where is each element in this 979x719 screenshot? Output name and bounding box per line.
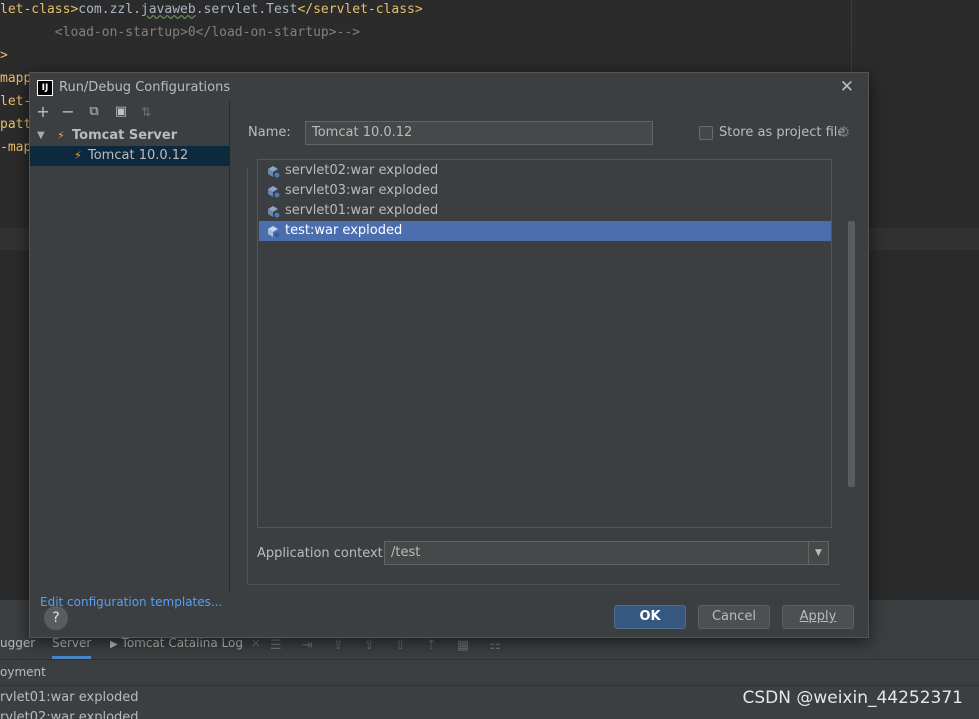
artifact-icon xyxy=(268,166,280,178)
tree-item-label: Tomcat 10.0.12 xyxy=(88,148,189,163)
list-item[interactable]: servlet03:war exploded xyxy=(259,181,831,201)
store-as-project-file-label[interactable]: Store as project file xyxy=(719,125,845,140)
gear-icon[interactable]: ⚙ xyxy=(837,123,850,141)
folder-icon[interactable]: ▣ xyxy=(112,103,130,121)
expand-arrow-icon[interactable]: ▼ xyxy=(37,126,45,146)
subheader-label: oyment xyxy=(0,665,46,679)
deployment-row[interactable]: rvlet01:war exploded xyxy=(0,690,139,705)
list-item-label: servlet01:war exploded xyxy=(285,203,439,218)
services-toolbar-icons[interactable]: ☰ ⇥ ⇪ ⇪ ⇧ ⇡ ▦ ⚏ xyxy=(270,638,509,653)
list-item-label: servlet02:war exploded xyxy=(285,163,439,178)
store-as-project-file-checkbox[interactable] xyxy=(699,126,713,140)
list-item[interactable]: servlet02:war exploded xyxy=(259,161,831,181)
intellij-logo-icon: IJ xyxy=(37,80,53,96)
tree-toolbar: + − ⧉ ▣ ⇅ xyxy=(30,101,230,125)
tab-catalina-log-label: Tomcat Catalina Log xyxy=(121,636,243,650)
application-context-value: /test xyxy=(391,545,421,560)
artifact-icon xyxy=(268,226,280,238)
application-context-label: Application context: xyxy=(257,546,388,561)
tomcat-icon: ⚡ xyxy=(74,149,82,162)
edit-templates-link[interactable]: Edit configuration templates... xyxy=(40,595,222,609)
services-subheader: oyment xyxy=(0,660,979,686)
deployment-row[interactable]: rvlet02:war exploded xyxy=(0,710,139,719)
sort-icon[interactable]: ⇅ xyxy=(137,103,155,121)
ok-button[interactable]: OK xyxy=(614,605,686,629)
tree-group-tomcat-server[interactable]: ▼ ⚡ Tomcat Server xyxy=(30,126,230,146)
section-divider xyxy=(248,584,841,585)
configurations-tree-pane: + − ⧉ ▣ ⇅ ▼ ⚡ Tomcat Server ⚡ Tomcat 10.… xyxy=(30,101,230,609)
list-item[interactable]: servlet01:war exploded xyxy=(259,201,831,221)
artifact-icon xyxy=(268,206,280,218)
configuration-detail-pane: Name: Tomcat 10.0.12 Store as project fi… xyxy=(231,101,868,593)
artifacts-list[interactable]: servlet02:war exploded servlet03:war exp… xyxy=(257,159,832,528)
close-icon[interactable]: ✕ xyxy=(840,77,854,97)
dialog-title: Run/Debug Configurations xyxy=(59,80,231,95)
tomcat-icon: ⚡ xyxy=(57,129,65,142)
list-item-label: servlet03:war exploded xyxy=(285,183,439,198)
chevron-down-icon[interactable]: ▼ xyxy=(808,542,828,564)
code-line: -map xyxy=(0,140,32,155)
remove-icon[interactable]: − xyxy=(59,103,77,121)
list-item-label: test:war exploded xyxy=(285,223,403,238)
scrollbar-thumb[interactable] xyxy=(848,221,855,487)
code-line: > xyxy=(0,48,8,63)
name-label: Name: xyxy=(248,125,291,140)
cancel-button[interactable]: Cancel xyxy=(698,605,770,629)
add-icon[interactable]: + xyxy=(34,103,52,121)
artifact-icon xyxy=(268,186,280,198)
section-divider xyxy=(247,167,248,585)
code-line: mapp xyxy=(0,71,32,86)
tab-catalina-log[interactable]: ▶ Tomcat Catalina Log × xyxy=(110,636,261,650)
code-line: let- xyxy=(0,94,32,109)
code-line: let-class>com.zzl.javaweb.servlet.Test</… xyxy=(0,2,423,17)
tree-item-tomcat-config[interactable]: ⚡ Tomcat 10.0.12 xyxy=(30,146,230,166)
application-context-combo[interactable]: /test ▼ xyxy=(384,541,829,565)
code-line: patt xyxy=(0,117,32,132)
tab-server[interactable]: Server xyxy=(52,636,92,659)
dialog-title-bar[interactable]: IJ Run/Debug Configurations ✕ xyxy=(30,73,868,101)
help-button[interactable]: ? xyxy=(44,606,68,630)
log-icon: ▶ xyxy=(110,639,118,650)
close-tab-icon[interactable]: × xyxy=(251,636,261,650)
watermark: CSDN @weixin_44252371 xyxy=(742,688,963,708)
tab-debugger[interactable]: ugger xyxy=(0,636,35,650)
name-field[interactable]: Tomcat 10.0.12 xyxy=(305,121,653,145)
run-debug-configurations-dialog: IJ Run/Debug Configurations ✕ + − ⧉ ▣ ⇅ … xyxy=(29,72,869,638)
apply-button[interactable]: Apply xyxy=(782,605,854,629)
code-line: <load-on-startup>0</load-on-startup>--> xyxy=(0,25,361,40)
tree-group-label: Tomcat Server xyxy=(72,128,178,143)
list-item-selected[interactable]: test:war exploded xyxy=(259,221,831,241)
copy-icon[interactable]: ⧉ xyxy=(85,103,103,121)
